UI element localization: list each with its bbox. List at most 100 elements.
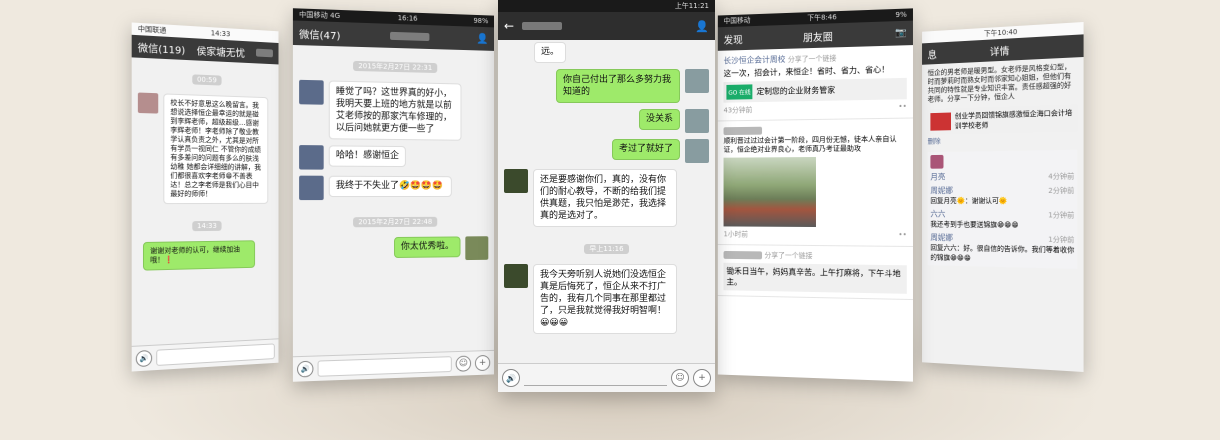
phone-5-moment-detail: 下午10:40 息 详情 恒企的男老师是暖男型。女老师是风格变幻型，时而萝莉时而… — [922, 21, 1084, 373]
phone-1-chat: 中国联通 14:33 微信(119) 侯家塘无忧 00:59 校长不好意思这么晚… — [131, 22, 279, 372]
message-row: 谢谢对老师的认可，继续加油哦！❗ — [132, 237, 279, 274]
network: 4G — [330, 11, 341, 21]
moment-post: 分享了一个链接 锄禾日当午，妈妈真辛苦。上午打麻将，下午斗地主。 — [717, 245, 913, 301]
avatar — [299, 175, 324, 201]
camera-icon[interactable]: 📷 — [895, 28, 907, 39]
blurred-name — [256, 48, 273, 58]
message-row: 考过了就好了 — [498, 136, 715, 166]
comment: 月亮 4分钟前 — [930, 172, 1075, 182]
blurred-name — [723, 126, 763, 135]
plus-icon[interactable]: + — [693, 369, 711, 387]
voice-icon[interactable]: 🔊 — [502, 369, 520, 387]
message-row: 哈哈！感谢恒企 — [293, 142, 494, 174]
back-button[interactable]: 发现 — [724, 31, 743, 46]
moment-post: 顺利晋过过过会计第一阶段，四月份无憾，徒本人亲自认证，恒企绝对业界良心，老师真乃… — [717, 118, 913, 248]
post-text: 恒企的男老师是暖男型。女老师是风格变幻型，时而萝莉时而熟女时而邻家知心姐姐，但他… — [927, 62, 1072, 104]
avatar — [465, 236, 489, 261]
comments-panel: 月亮 4分钟前 周妮娜 2分钟前 回复月亮🌞：谢谢认可🌞 六六 1分钟前 我还考到手也… — [927, 149, 1078, 269]
avatar — [685, 139, 709, 163]
message-row: 我今天旁听别人说她们没选恒企真是后悔死了，恒企从来不打广告的，我有几个同事在那里… — [498, 261, 715, 337]
link-thumbnail — [930, 112, 952, 131]
shared-link[interactable]: GO 在线 定制您的企业财务管家 — [723, 77, 907, 103]
comment-icon[interactable]: •• — [898, 102, 906, 112]
emoji-icon[interactable]: ☺ — [455, 355, 472, 372]
message-bubble: 还是要感谢你们，真的，没有你们的耐心教导，不断的给我们提供真题，我只怕是渺茫，我… — [533, 169, 677, 227]
message-row: 没关系 — [498, 106, 715, 136]
avatar — [504, 169, 528, 193]
link-badge: GO 在线 — [726, 84, 753, 100]
page-title: 详情 — [989, 46, 1010, 59]
carrier: 中国移动 — [299, 10, 328, 20]
blurred-name — [723, 250, 763, 259]
poster-name[interactable]: 长沙恒企会计周校 — [724, 55, 786, 66]
person-icon[interactable]: 👤 — [476, 33, 488, 44]
back-arrow-icon[interactable]: ← — [504, 19, 514, 33]
clock: 下午10:40 — [983, 27, 1018, 38]
timestamp: 早上11:16 — [498, 236, 715, 255]
message-row: 你太优秀啦。 — [293, 233, 494, 265]
shared-link[interactable]: 创业学员回馈锦旗感激恒企海口会计培训学校老师 — [927, 104, 1078, 135]
carrier: 中国移动 — [723, 16, 751, 26]
battery: 9% — [895, 10, 907, 20]
post-text: 这一次，招会计，来恒企！省时、省力、省心！ — [723, 65, 890, 79]
shared-link[interactable]: 锄禾日当午，妈妈真辛苦。上午打麻将，下午斗地主。 — [723, 262, 907, 294]
back-button[interactable]: 微信(47) — [299, 25, 340, 41]
nav-bar: ← 👤 — [498, 12, 715, 40]
clock: 16:16 — [397, 14, 418, 23]
link-title: 创业学员回馈锦旗感激恒企海口会计培训学校老师 — [954, 108, 1073, 131]
avatar — [137, 92, 159, 114]
message-row: 睡觉了吗？这世界真的好小，我明天要上班的地方就是以前艾老师按的那家汽车修理的，以… — [293, 77, 494, 144]
emoji-icon[interactable]: ☺ — [671, 369, 689, 387]
comment-icon[interactable]: •• — [898, 231, 906, 241]
message-bubble: 校长不好意思这么晚留言。我想说选择恒企最幸运的就是碰到李辉老师，超级超级…感谢李… — [163, 93, 269, 205]
phone-4-moments: 中国移动 下午8:46 9% 发现 朋友圈 📷 长沙恒企会计周校 分享了一个链接… — [717, 8, 913, 382]
battery: 98% — [473, 16, 489, 26]
status-bar: 上午11:21 — [498, 0, 715, 12]
timestamp: 14:33 — [132, 213, 279, 233]
message-row: 校长不好意思这么晚留言。我想说选择恒企最幸运的就是碰到李辉老师，超级超级…感谢李… — [132, 89, 279, 207]
likes-row — [930, 153, 1074, 169]
comment: 周妮娜 2分钟前 回复月亮🌞：谢谢认可🌞 — [930, 186, 1075, 206]
message-bubble: 你太优秀啦。 — [393, 236, 461, 259]
avatar — [504, 264, 528, 288]
comment: 周妮娜 1分钟前 回复六六：好。很自信的告诉你。我们等着收你的锦旗😁😁😁 — [930, 233, 1075, 263]
clock: 上午11:21 — [674, 2, 709, 10]
input-bar: 🔊 ☺ + — [498, 363, 715, 392]
timestamp: 2015年2月27日 22:31 — [293, 51, 494, 75]
message-row: 还是要感谢你们，真的，没有你们的耐心教导，不断的给我们提供真题，我只怕是渺茫，我… — [498, 166, 715, 230]
message-row: 你自己付出了那么多努力我知道的 — [498, 66, 715, 106]
person-icon[interactable]: 👤 — [695, 20, 709, 33]
message-input[interactable] — [524, 371, 667, 386]
chat-title: 侯家塘无忧 — [196, 45, 246, 60]
message-bubble: 我终于不失业了🤣🤩🤩🤩 — [328, 175, 452, 198]
message-bubble: 谢谢对老师的认可，继续加油哦！❗ — [142, 240, 256, 271]
blurred-name — [389, 31, 429, 41]
post-photo[interactable] — [723, 156, 816, 228]
avatar — [299, 145, 324, 170]
message-input[interactable] — [317, 356, 452, 377]
plus-icon[interactable]: + — [474, 354, 491, 372]
message-bubble: 考过了就好了 — [611, 139, 680, 160]
avatar — [930, 154, 944, 169]
timestamp: 00:59 — [132, 64, 279, 89]
back-button[interactable]: 微信(119) — [138, 39, 185, 57]
message-bubble: 你自己付出了那么多努力我知道的 — [556, 69, 680, 103]
voice-icon[interactable]: 🔊 — [135, 349, 153, 368]
avatar — [685, 69, 709, 93]
message-row: 我终于不失业了🤣🤩🤩🤩 — [293, 173, 494, 204]
comment: 六六 1分钟前 我还考到手也要送锦旗😁😁😁 — [930, 209, 1075, 230]
message-bubble: 远。 — [534, 42, 567, 63]
phone-3-chat: 上午11:21 ← 👤 远。 你自己付出了那么多努力我知道的 没关系 考过了就好… — [498, 0, 715, 392]
message-bubble: 睡觉了吗？这世界真的好小，我明天要上班的地方就是以前艾老师按的那家汽车修理的，以… — [328, 80, 462, 141]
blurred-name — [522, 21, 563, 30]
message-bubble: 哈哈！感谢恒企 — [328, 145, 406, 168]
message-row: 远。 — [498, 40, 715, 66]
message-input[interactable] — [156, 343, 275, 366]
carrier: 中国联通 — [137, 24, 167, 35]
delete-link[interactable]: 删除 — [922, 131, 1084, 148]
link-title: 定制您的企业财务管家 — [756, 85, 836, 97]
page-title: 朋友圈 — [803, 31, 833, 44]
back-button[interactable]: 息 — [928, 46, 937, 61]
voice-icon[interactable]: 🔊 — [297, 360, 314, 378]
post-time: 1小时前 — [723, 230, 748, 239]
